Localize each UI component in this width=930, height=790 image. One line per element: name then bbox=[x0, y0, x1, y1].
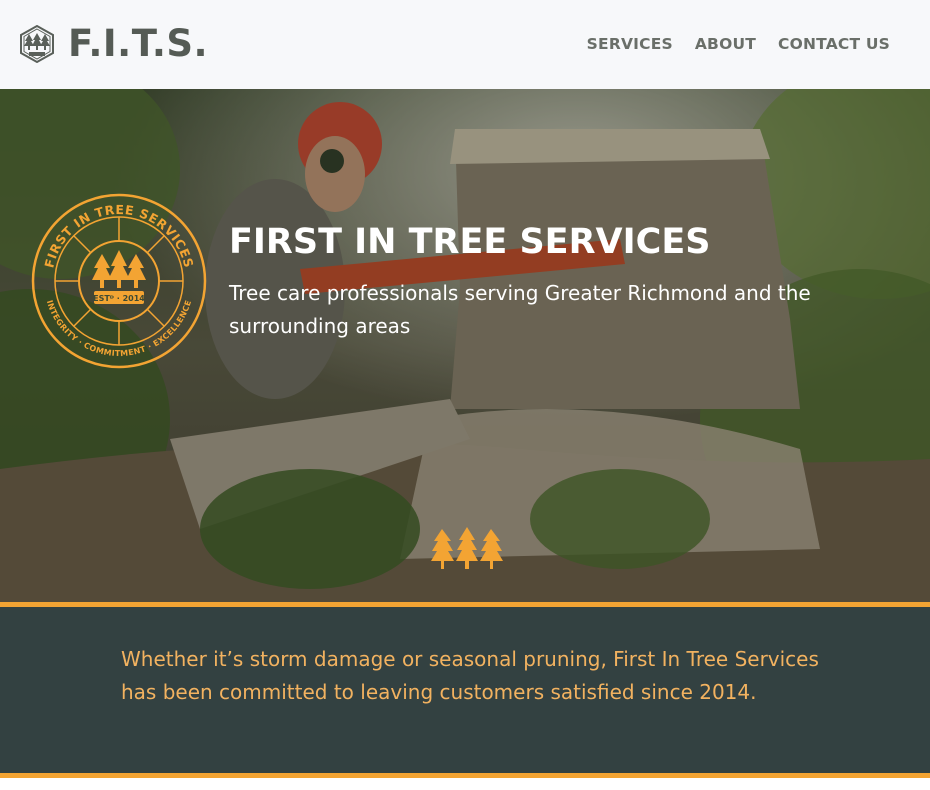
intro-band: Whether it’s storm damage or seasonal pr… bbox=[0, 607, 930, 773]
hero-subtitle: Tree care professionals serving Greater … bbox=[229, 281, 811, 338]
main-nav: SERVICES ABOUT CONTACT US bbox=[587, 33, 890, 55]
tree-hexagon-logo-icon bbox=[20, 25, 54, 63]
badge-established-text: ESTᴰ · 2014 bbox=[93, 294, 145, 303]
intro-text: Whether it’s storm damage or seasonal pr… bbox=[121, 647, 819, 704]
nav-contact-us[interactable]: CONTACT US bbox=[778, 33, 890, 55]
nav-services[interactable]: SERVICES bbox=[587, 33, 673, 55]
company-badge-icon: ESTᴰ · 2014 FIRST IN TREE SERVICES INTEG… bbox=[31, 193, 207, 369]
logo-text: F.I.T.S. bbox=[68, 22, 209, 65]
three-trees-icon bbox=[431, 527, 503, 569]
hero-section: ESTᴰ · 2014 FIRST IN TREE SERVICES INTEG… bbox=[0, 89, 930, 602]
nav-about[interactable]: ABOUT bbox=[695, 33, 756, 55]
home-logo-link[interactable]: F.I.T.S. bbox=[18, 24, 208, 64]
accent-divider-bottom bbox=[0, 773, 930, 778]
site-header: F.I.T.S. SERVICES ABOUT CONTACT US bbox=[0, 0, 930, 89]
hero-title: FIRST IN TREE SERVICES bbox=[229, 222, 711, 262]
